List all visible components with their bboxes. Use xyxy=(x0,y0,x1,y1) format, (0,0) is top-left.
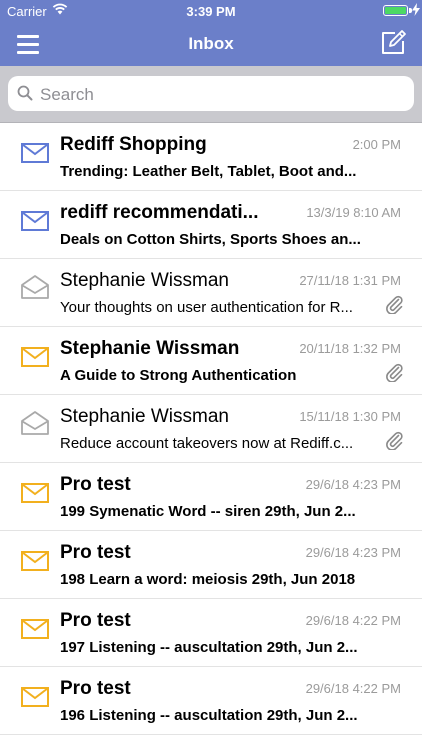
email-preview: Trending: Leather Belt, Tablet, Boot and… xyxy=(60,163,357,180)
envelope-icon xyxy=(21,687,49,712)
email-date: 13/3/19 8:10 AM xyxy=(306,205,401,220)
email-row[interactable]: Stephanie Wissman 15/11/18 1:30 PM Reduce … xyxy=(0,395,422,463)
email-preview: 197 Listening -- auscultation 29th, Jun … xyxy=(60,639,358,656)
email-preview: 198 Learn a word: meiosis 29th, Jun 2018 xyxy=(60,571,356,588)
email-sender: Pro test xyxy=(60,542,131,563)
envelope-icon xyxy=(21,143,49,168)
email-preview: 199 Symenatic Word -- siren 29th, Jun 2.… xyxy=(60,503,356,520)
navigation-bar: Inbox xyxy=(0,22,422,66)
email-sender: Pro test xyxy=(60,474,131,495)
open-envelope-icon xyxy=(21,275,49,304)
charging-bolt-icon xyxy=(412,3,420,19)
search-icon xyxy=(17,85,33,106)
email-date: 15/11/18 1:30 PM xyxy=(299,409,401,424)
email-date: 29/6/18 4:23 PM xyxy=(305,477,401,492)
search-bar-container xyxy=(0,66,422,123)
paperclip-icon xyxy=(384,430,404,455)
email-date: 29/6/18 4:23 PM xyxy=(305,545,401,560)
email-row[interactable]: Stephanie Wissman 27/11/18 1:31 PM Your th… xyxy=(0,259,422,327)
email-preview: A Guide to Strong Authentication xyxy=(60,367,297,384)
email-sender: Stephanie Wissman xyxy=(60,270,229,291)
search-bar[interactable] xyxy=(8,76,414,111)
envelope-icon xyxy=(21,551,49,576)
email-row[interactable]: Pro test 29/6/18 4:23 PM 198 Learn a word:… xyxy=(0,531,422,599)
battery-icon xyxy=(383,5,408,16)
app-header: Carrier 3:39 PM Inbox xyxy=(0,0,422,66)
email-date: 29/6/18 4:22 PM xyxy=(305,613,401,628)
email-preview: 196 Listening -- auscultation 29th, Jun … xyxy=(60,707,358,724)
compose-icon[interactable] xyxy=(378,28,408,58)
paperclip-icon xyxy=(384,362,404,387)
search-input[interactable] xyxy=(38,80,402,109)
paperclip-icon xyxy=(384,294,404,319)
email-date: 27/11/18 1:31 PM xyxy=(299,273,401,288)
email-row[interactable]: Pro test 29/6/18 4:22 PM 197 Listening -- … xyxy=(0,599,422,667)
status-bar: Carrier 3:39 PM xyxy=(0,0,422,22)
email-sender: Pro test xyxy=(60,610,131,631)
email-preview: Deals on Cotton Shirts, Sports Shoes an.… xyxy=(60,231,361,248)
email-preview: Your thoughts on user authentication for… xyxy=(60,299,353,316)
email-row[interactable]: Stephanie Wissman 20/11/18 1:32 PM A Guide… xyxy=(0,327,422,395)
email-row[interactable]: Rediff Shopping 2:00 PM Trending: Leather … xyxy=(0,123,422,191)
page-title: Inbox xyxy=(188,34,234,53)
email-date: 29/6/18 4:22 PM xyxy=(305,681,401,696)
email-sender: Rediff Shopping xyxy=(60,134,207,155)
email-row[interactable]: Pro test 29/6/18 4:23 PM 199 Symenatic Wor… xyxy=(0,463,422,531)
email-sender: rediff recommendati... xyxy=(60,202,259,223)
envelope-icon xyxy=(21,347,49,372)
envelope-icon xyxy=(21,619,49,644)
email-sender: Stephanie Wissman xyxy=(60,338,240,359)
email-sender: Pro test xyxy=(60,678,131,699)
email-sender: Stephanie Wissman xyxy=(60,406,229,427)
email-list: Rediff Shopping 2:00 PM Trending: Leather … xyxy=(0,123,422,735)
status-time: 3:39 PM xyxy=(186,4,236,19)
email-date: 20/11/18 1:32 PM xyxy=(299,341,401,356)
open-envelope-icon xyxy=(21,411,49,440)
envelope-icon xyxy=(21,211,49,236)
email-date: 2:00 PM xyxy=(352,137,401,152)
email-row[interactable]: rediff recommendati... 13/3/19 8:10 AM Dea… xyxy=(0,191,422,259)
email-preview: Reduce account takeovers now at Rediff.c… xyxy=(60,435,354,452)
envelope-icon xyxy=(21,483,49,508)
email-row[interactable]: Pro test 29/6/18 4:22 PM 196 Listening -- … xyxy=(0,667,422,735)
